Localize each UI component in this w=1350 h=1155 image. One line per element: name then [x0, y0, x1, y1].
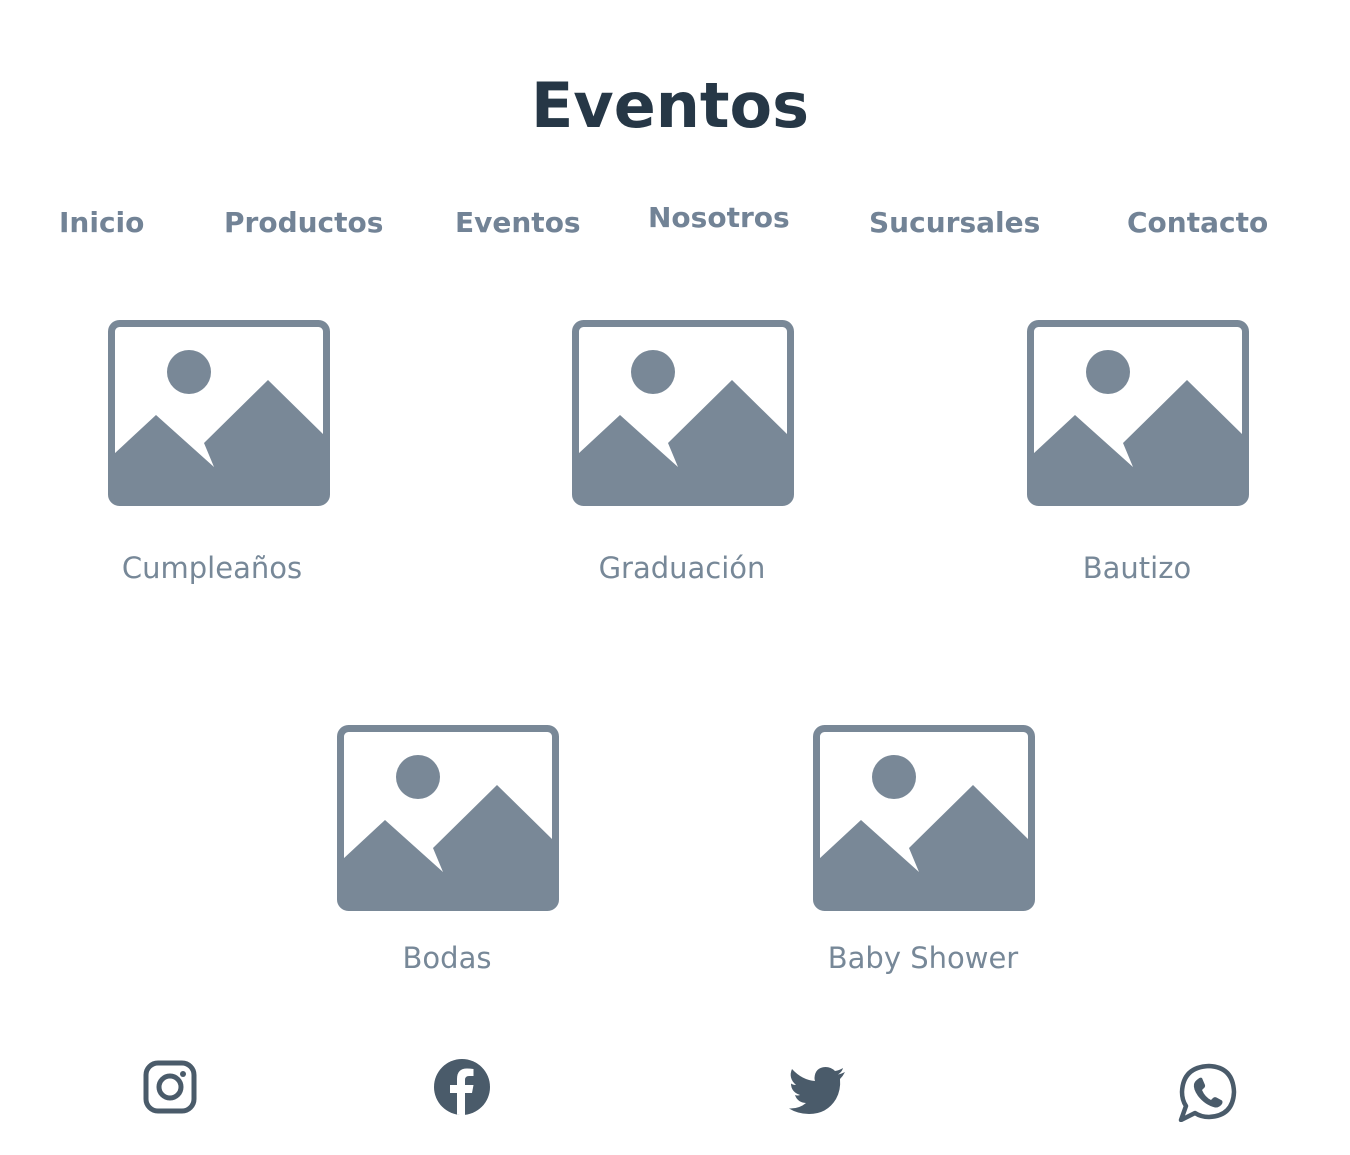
- twitter-icon: [789, 1067, 845, 1114]
- event-image-baby-shower[interactable]: [813, 725, 1035, 911]
- nav-item-contacto[interactable]: Contacto: [1127, 205, 1268, 241]
- image-placeholder-icon: [108, 320, 330, 506]
- event-image-graduacion[interactable]: [572, 320, 794, 506]
- facebook-icon: [434, 1059, 490, 1116]
- event-image-bodas[interactable]: [337, 725, 559, 911]
- facebook-link[interactable]: [432, 1058, 492, 1118]
- event-image-cumpleanos[interactable]: [108, 320, 330, 506]
- event-label-graduacion[interactable]: Graduación: [522, 550, 842, 586]
- instagram-icon: [143, 1060, 197, 1114]
- image-placeholder-icon: [1027, 320, 1249, 506]
- twitter-link[interactable]: [787, 1062, 847, 1122]
- event-label-baby-shower[interactable]: Baby Shower: [763, 940, 1083, 976]
- whatsapp-link[interactable]: [1178, 1062, 1238, 1122]
- whatsapp-icon: [1178, 1063, 1237, 1122]
- event-image-bautizo[interactable]: [1027, 320, 1249, 506]
- nav-item-sucursales[interactable]: Sucursales: [869, 205, 1040, 241]
- event-label-bautizo[interactable]: Bautizo: [977, 550, 1297, 586]
- image-placeholder-icon: [572, 320, 794, 506]
- page-title: Eventos: [530, 69, 810, 142]
- nav-item-productos[interactable]: Productos: [224, 205, 383, 241]
- instagram-link[interactable]: [140, 1058, 200, 1118]
- nav-item-eventos[interactable]: Eventos: [455, 205, 581, 241]
- image-placeholder-icon: [813, 725, 1035, 911]
- nav-item-nosotros[interactable]: Nosotros: [648, 200, 790, 236]
- event-label-bodas[interactable]: Bodas: [287, 940, 607, 976]
- event-label-cumpleanos[interactable]: Cumpleaños: [52, 550, 372, 586]
- image-placeholder-icon: [337, 725, 559, 911]
- nav-item-inicio[interactable]: Inicio: [59, 205, 144, 241]
